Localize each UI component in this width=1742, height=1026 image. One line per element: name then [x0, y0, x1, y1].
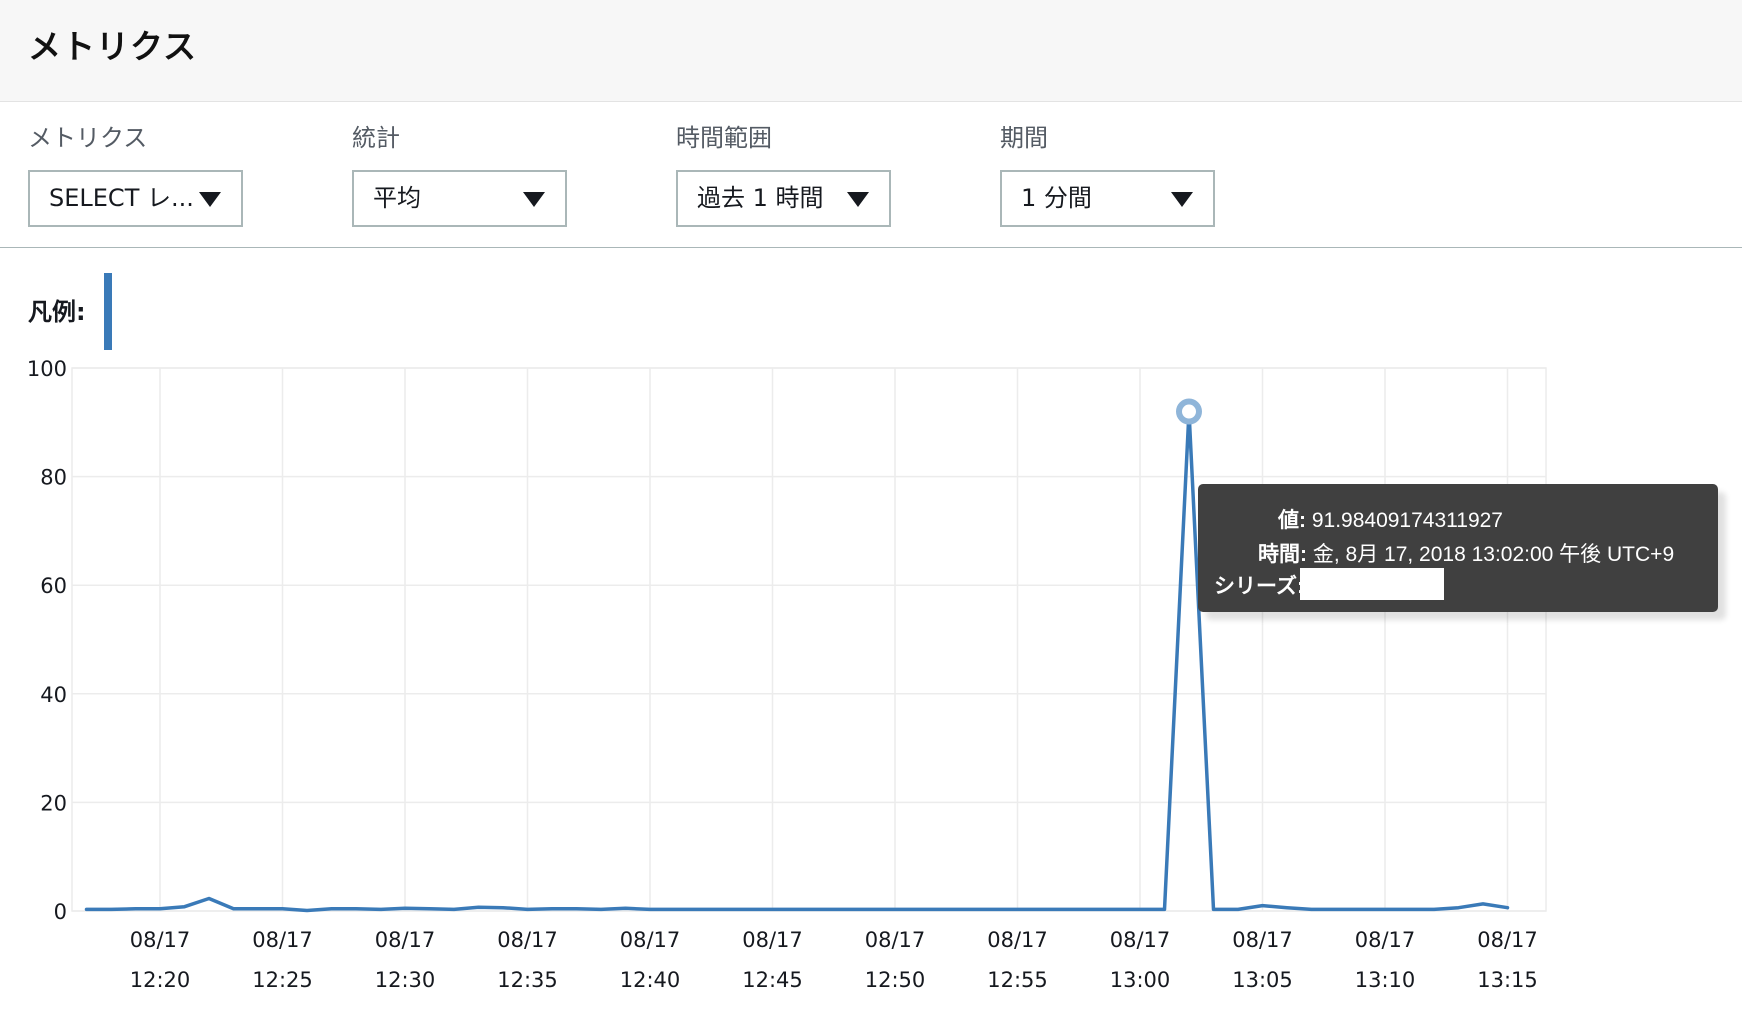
y-tick-label: 60	[40, 574, 67, 598]
x-tick-date-label: 08/17	[1232, 928, 1293, 952]
x-tick-time-label: 12:55	[987, 968, 1048, 992]
tooltip-series-name-redacted	[1300, 568, 1444, 600]
y-tick-label: 20	[40, 791, 67, 815]
x-tick-date-label: 08/17	[620, 928, 681, 952]
tooltip-value: 91.98409174311927	[1311, 509, 1503, 532]
x-tick-date-label: 08/17	[742, 928, 803, 952]
x-tick-date-label: 08/17	[1110, 928, 1171, 952]
plot-area-border	[71, 367, 1547, 912]
x-tick-date-label: 08/17	[130, 928, 191, 952]
x-tick-date-label: 08/17	[252, 928, 313, 952]
y-tick-label: 100	[27, 357, 67, 381]
tooltip-value-line: 値: 91.98409174311927	[1278, 504, 1503, 534]
x-tick-time-label: 12:25	[252, 968, 313, 992]
tooltip-time-key: 時間:	[1258, 543, 1307, 566]
x-tick-time-label: 12:30	[375, 968, 436, 992]
x-tick-time-label: 12:50	[865, 968, 926, 992]
x-tick-time-label: 12:35	[497, 968, 558, 992]
x-tick-date-label: 08/17	[1355, 928, 1416, 952]
x-tick-time-label: 13:15	[1477, 968, 1538, 992]
x-tick-date-label: 08/17	[987, 928, 1048, 952]
x-tick-time-label: 13:05	[1232, 968, 1293, 992]
x-tick-date-label: 08/17	[1477, 928, 1538, 952]
x-tick-time-label: 13:00	[1110, 968, 1171, 992]
y-tick-label: 80	[40, 466, 67, 490]
tooltip-series-line: シリーズ:	[1214, 570, 1304, 600]
chart-tooltip: 値: 91.98409174311927 時間: 金, 8月 17, 2018 …	[1198, 484, 1718, 612]
highlighted-data-point	[1176, 398, 1202, 425]
x-tick-time-label: 12:45	[742, 968, 803, 992]
x-tick-date-label: 08/17	[375, 928, 436, 952]
x-tick-time-label: 13:10	[1355, 968, 1416, 992]
y-tick-label: 0	[54, 900, 67, 924]
x-tick-date-label: 08/17	[497, 928, 558, 952]
x-tick-time-label: 12:40	[620, 968, 681, 992]
tooltip-series-key: シリーズ:	[1214, 575, 1304, 598]
x-tick-date-label: 08/17	[865, 928, 926, 952]
x-tick-time-label: 12:20	[130, 968, 191, 992]
tooltip-value-key: 値:	[1278, 509, 1306, 532]
tooltip-time-line: 時間: 金, 8月 17, 2018 13:02:00 午後 UTC+9	[1258, 538, 1674, 568]
y-tick-label: 40	[40, 683, 67, 707]
tooltip-time: 金, 8月 17, 2018 13:02:00 午後 UTC+9	[1312, 543, 1675, 566]
